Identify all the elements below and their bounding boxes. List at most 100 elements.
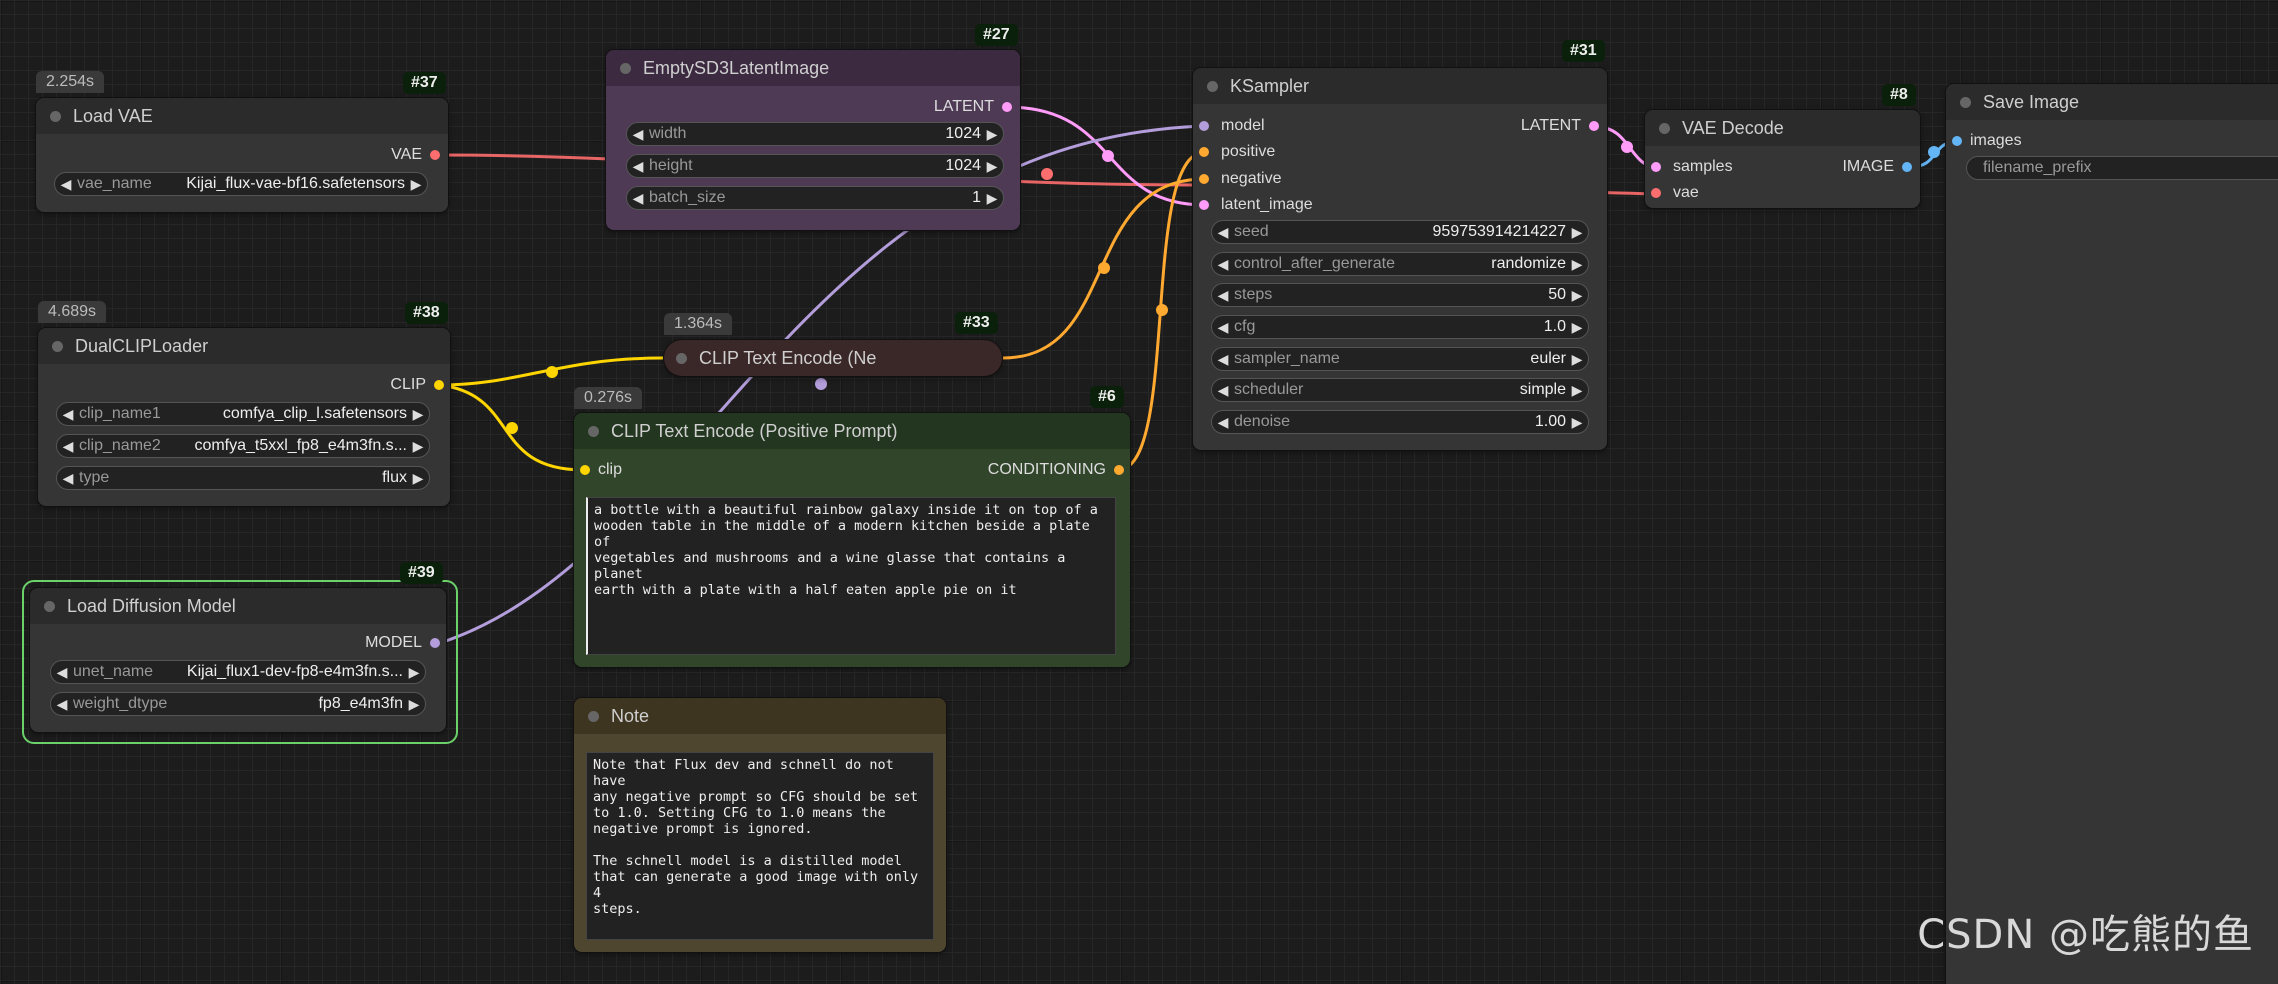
- input-slot-negative[interactable]: negative: [1199, 168, 1282, 190]
- collapse-dot-icon[interactable]: [44, 600, 55, 612]
- collapse-dot-icon[interactable]: [588, 425, 599, 437]
- increment-arrow-icon[interactable]: ▶: [405, 176, 427, 193]
- collapse-dot-icon[interactable]: [1207, 80, 1218, 92]
- collapse-dot-icon[interactable]: [676, 352, 687, 364]
- widget-steps[interactable]: ◀ steps 50 ▶: [1211, 283, 1589, 307]
- collapse-dot-icon[interactable]: [620, 62, 631, 74]
- decrement-arrow-icon[interactable]: ◀: [627, 190, 649, 207]
- increment-arrow-icon[interactable]: ▶: [981, 158, 1003, 175]
- collapse-dot-icon[interactable]: [1960, 96, 1971, 108]
- node-note[interactable]: Note Note that Flux dev and schnell do n…: [574, 698, 946, 952]
- widget-cfg[interactable]: ◀ cfg 1.0 ▶: [1211, 315, 1589, 339]
- input-dot-icon[interactable]: [1651, 162, 1661, 172]
- node-header[interactable]: KSampler: [1193, 68, 1607, 104]
- node-load-vae[interactable]: Load VAE VAE ◀ vae_name Kijai_flux-vae-b…: [36, 98, 448, 212]
- widget-filename-prefix[interactable]: filename_prefix: [1966, 156, 2278, 180]
- collapse-dot-icon[interactable]: [52, 340, 63, 352]
- increment-arrow-icon[interactable]: ▶: [403, 696, 425, 713]
- input-slot-model[interactable]: model: [1199, 115, 1265, 137]
- node-header[interactable]: Note: [574, 698, 946, 734]
- decrement-arrow-icon[interactable]: ◀: [57, 470, 79, 487]
- note-textarea[interactable]: Note that Flux dev and schnell do not ha…: [586, 752, 934, 940]
- decrement-arrow-icon[interactable]: ◀: [1212, 256, 1234, 273]
- input-dot-icon[interactable]: [1199, 200, 1209, 210]
- widget-control-after-generate[interactable]: ◀ control_after_generate randomize ▶: [1211, 252, 1589, 276]
- increment-arrow-icon[interactable]: ▶: [407, 470, 429, 487]
- output-slot-clip[interactable]: CLIP: [390, 374, 444, 396]
- input-slot-positive[interactable]: positive: [1199, 141, 1275, 163]
- output-slot-conditioning[interactable]: CONDITIONING: [988, 459, 1124, 481]
- input-dot-icon[interactable]: [1199, 147, 1209, 157]
- node-clip-text-encode-negative[interactable]: CLIP Text Encode (Ne: [664, 340, 1002, 376]
- output-dot-icon[interactable]: [1114, 465, 1124, 475]
- output-dot-icon[interactable]: [434, 380, 444, 390]
- widget-sampler-name[interactable]: ◀ sampler_name euler ▶: [1211, 347, 1589, 371]
- increment-arrow-icon[interactable]: ▶: [1566, 224, 1588, 241]
- output-dot-icon[interactable]: [1902, 162, 1912, 172]
- increment-arrow-icon[interactable]: ▶: [1566, 351, 1588, 368]
- input-dot-icon[interactable]: [1199, 174, 1209, 184]
- widget-unet-name[interactable]: ◀ unet_name Kijai_flux1-dev-fp8-e4m3fn.s…: [50, 660, 426, 684]
- widget-clip-name2[interactable]: ◀ clip_name2 comfya_t5xxl_fp8_e4m3fn.s..…: [56, 434, 430, 458]
- output-slot-latent[interactable]: LATENT: [934, 96, 1012, 118]
- decrement-arrow-icon[interactable]: ◀: [57, 438, 79, 455]
- decrement-arrow-icon[interactable]: ◀: [1212, 224, 1234, 241]
- increment-arrow-icon[interactable]: ▶: [407, 438, 429, 455]
- output-dot-icon[interactable]: [1002, 102, 1012, 112]
- node-header[interactable]: Save Image: [1946, 84, 2278, 120]
- output-slot-model[interactable]: MODEL: [365, 632, 440, 654]
- widget-width[interactable]: ◀ width 1024 ▶: [626, 122, 1004, 146]
- decrement-arrow-icon[interactable]: ◀: [51, 664, 73, 681]
- widget-type[interactable]: ◀ type flux ▶: [56, 466, 430, 490]
- output-dot-icon[interactable]: [1589, 121, 1599, 131]
- widget-vae-name[interactable]: ◀ vae_name Kijai_flux-vae-bf16.safetenso…: [54, 172, 428, 196]
- widget-batch-size[interactable]: ◀ batch_size 1 ▶: [626, 186, 1004, 210]
- decrement-arrow-icon[interactable]: ◀: [57, 406, 79, 423]
- input-slot-vae[interactable]: vae: [1651, 182, 1699, 204]
- increment-arrow-icon[interactable]: ▶: [981, 190, 1003, 207]
- node-header[interactable]: EmptySD3LatentImage: [606, 50, 1020, 86]
- increment-arrow-icon[interactable]: ▶: [1566, 319, 1588, 336]
- decrement-arrow-icon[interactable]: ◀: [1212, 382, 1234, 399]
- collapse-dot-icon[interactable]: [588, 710, 599, 722]
- node-clip-text-encode-positive[interactable]: CLIP Text Encode (Positive Prompt) clip …: [574, 413, 1130, 667]
- widget-denoise[interactable]: ◀ denoise 1.00 ▶: [1211, 410, 1589, 434]
- input-slot-latent-image[interactable]: latent_image: [1199, 194, 1313, 216]
- output-slot-image[interactable]: IMAGE: [1842, 156, 1912, 178]
- widget-height[interactable]: ◀ height 1024 ▶: [626, 154, 1004, 178]
- node-header[interactable]: CLIP Text Encode (Positive Prompt): [574, 413, 1130, 449]
- input-slot-images[interactable]: images: [1952, 130, 2022, 152]
- output-slot-vae[interactable]: VAE: [391, 144, 440, 166]
- decrement-arrow-icon[interactable]: ◀: [627, 126, 649, 143]
- widget-scheduler[interactable]: ◀ scheduler simple ▶: [1211, 378, 1589, 402]
- input-dot-icon[interactable]: [1199, 121, 1209, 131]
- node-dual-clip-loader[interactable]: DualCLIPLoader CLIP ◀ clip_name1 comfya_…: [38, 328, 450, 506]
- node-header[interactable]: Load VAE: [36, 98, 448, 134]
- widget-clip-name1[interactable]: ◀ clip_name1 comfya_clip_l.safetensors ▶: [56, 402, 430, 426]
- node-ksampler[interactable]: KSampler model positive negative latent_…: [1193, 68, 1607, 450]
- decrement-arrow-icon[interactable]: ◀: [51, 696, 73, 713]
- decrement-arrow-icon[interactable]: ◀: [1212, 351, 1234, 368]
- output-dot-icon[interactable]: [430, 150, 440, 160]
- node-header[interactable]: DualCLIPLoader: [38, 328, 450, 364]
- increment-arrow-icon[interactable]: ▶: [403, 664, 425, 681]
- increment-arrow-icon[interactable]: ▶: [1566, 287, 1588, 304]
- increment-arrow-icon[interactable]: ▶: [1566, 414, 1588, 431]
- node-save-image[interactable]: Save Image images filename_prefix: [1946, 84, 2278, 984]
- decrement-arrow-icon[interactable]: ◀: [1212, 414, 1234, 431]
- input-dot-icon[interactable]: [580, 465, 590, 475]
- collapse-dot-icon[interactable]: [50, 110, 61, 122]
- collapse-dot-icon[interactable]: [1659, 122, 1670, 134]
- node-header[interactable]: Load Diffusion Model: [30, 588, 446, 624]
- increment-arrow-icon[interactable]: ▶: [1566, 382, 1588, 399]
- input-slot-samples[interactable]: samples: [1651, 156, 1733, 178]
- node-header[interactable]: VAE Decode: [1645, 110, 1920, 146]
- increment-arrow-icon[interactable]: ▶: [1566, 256, 1588, 273]
- decrement-arrow-icon[interactable]: ◀: [1212, 287, 1234, 304]
- decrement-arrow-icon[interactable]: ◀: [627, 158, 649, 175]
- input-dot-icon[interactable]: [1952, 136, 1962, 146]
- widget-seed[interactable]: ◀ seed 959753914214227 ▶: [1211, 220, 1589, 244]
- decrement-arrow-icon[interactable]: ◀: [55, 176, 77, 193]
- widget-weight-dtype[interactable]: ◀ weight_dtype fp8_e4m3fn ▶: [50, 692, 426, 716]
- output-dot-icon[interactable]: [430, 638, 440, 648]
